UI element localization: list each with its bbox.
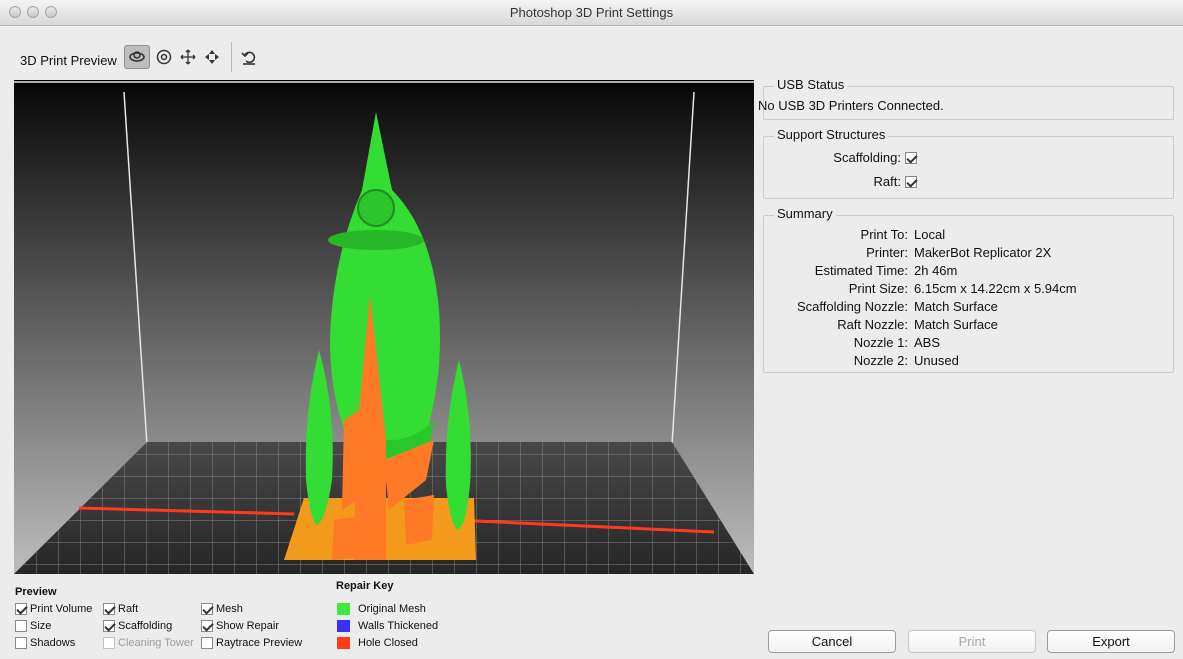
- raft-preview-label: Raft: [118, 603, 139, 615]
- pan-icon: [180, 49, 196, 65]
- slide-icon: [205, 50, 219, 64]
- original-mesh-label: Original Mesh: [358, 603, 426, 615]
- scaffolding-checkbox[interactable]: [905, 152, 917, 164]
- summary-value: 2h 46m: [914, 263, 958, 278]
- toolbar: 3D Print Preview: [0, 26, 1183, 80]
- raft-preview-checkbox[interactable]: [103, 603, 115, 615]
- roll-icon: [156, 49, 172, 65]
- print-volume-option[interactable]: Print Volume: [15, 603, 92, 615]
- preview-section-title: Preview: [15, 586, 57, 598]
- support-structures-group: Support Structures Scaffolding: Raft:: [763, 127, 1174, 199]
- summary-value: Local: [914, 227, 946, 242]
- raytrace-preview-label: Raytrace Preview: [216, 637, 303, 649]
- summary-row: Print To: Local: [764, 227, 1175, 245]
- cancel-button[interactable]: Cancel: [768, 630, 896, 653]
- summary-row: Estimated Time: 2h 46m: [764, 263, 1175, 281]
- summary-row: Raft Nozzle: Match Surface: [764, 317, 1175, 335]
- cleaning-tower-label: Cleaning Tower: [118, 637, 194, 649]
- title-bar: Photoshop 3D Print Settings: [0, 0, 1183, 26]
- summary-row: Nozzle 2: Unused: [764, 353, 1175, 371]
- summary-label: Scaffolding Nozzle:: [796, 299, 908, 314]
- mesh-checkbox[interactable]: [201, 603, 213, 615]
- size-label: Size: [30, 620, 52, 632]
- summary-label: Print To:: [860, 227, 908, 242]
- summary-row: Print Size: 6.15cm x 14.22cm x 5.94cm: [764, 281, 1175, 299]
- 3d-preview-viewport[interactable]: [14, 80, 754, 574]
- support-structures-title: Support Structures: [774, 127, 889, 142]
- print-volume-checkbox[interactable]: [15, 603, 27, 615]
- summary-row: Scaffolding Nozzle: Match Surface: [764, 299, 1175, 317]
- mesh-label: Mesh: [216, 603, 243, 615]
- raft-preview-option[interactable]: Raft: [103, 603, 138, 615]
- summary-title: Summary: [774, 206, 836, 221]
- reset-view-icon: [241, 51, 256, 65]
- summary-label: Printer:: [866, 245, 908, 260]
- summary-row: Printer: MakerBot Replicator 2X: [764, 245, 1175, 263]
- scaffolding-label: Scaffolding:: [833, 150, 901, 165]
- usb-status-title: USB Status: [774, 77, 848, 92]
- show-repair-label: Show Repair: [216, 620, 279, 632]
- cleaning-tower-option: Cleaning Tower: [103, 637, 194, 649]
- size-option[interactable]: Size: [15, 620, 51, 632]
- summary-label: Estimated Time:: [814, 263, 908, 278]
- print-button[interactable]: Print: [908, 630, 1036, 653]
- orbit-tool-button[interactable]: [124, 45, 150, 69]
- reset-view-button[interactable]: [236, 45, 262, 69]
- walls-thickened-label: Walls Thickened: [358, 620, 439, 632]
- usb-status-text: No USB 3D Printers Connected.: [758, 98, 944, 113]
- summary-label: Nozzle 1:: [853, 335, 908, 350]
- summary-value: ABS: [914, 335, 941, 350]
- orbit-icon: [129, 51, 145, 62]
- cleaning-tower-checkbox: [103, 637, 115, 649]
- walls-thickened-swatch: [337, 620, 350, 632]
- hole-closed-swatch: [337, 637, 350, 649]
- toolbar-separator: [231, 42, 232, 72]
- mesh-option[interactable]: Mesh: [201, 603, 243, 615]
- summary-label: Nozzle 2:: [853, 353, 908, 368]
- raytrace-preview-option[interactable]: Raytrace Preview: [201, 637, 302, 649]
- summary-value: Match Surface: [914, 317, 998, 332]
- raft-checkbox[interactable]: [905, 176, 917, 188]
- repair-key-title: Repair Key: [336, 580, 394, 592]
- usb-status-group: USB Status No USB 3D Printers Connected.: [758, 77, 1174, 120]
- print-volume-label: Print Volume: [30, 603, 93, 615]
- preview-label: 3D Print Preview: [20, 53, 117, 68]
- summary-group: Summary Print To: Local Printer: MakerBo…: [763, 206, 1175, 373]
- summary-row: Nozzle 1: ABS: [764, 335, 1175, 353]
- size-checkbox[interactable]: [15, 620, 27, 632]
- summary-label: Print Size:: [848, 281, 908, 296]
- summary-value: Match Surface: [914, 299, 998, 314]
- summary-value: MakerBot Replicator 2X: [914, 245, 1052, 260]
- hole-closed-label: Hole Closed: [358, 637, 418, 649]
- shadows-checkbox[interactable]: [15, 637, 27, 649]
- roll-tool-button[interactable]: [151, 45, 177, 69]
- pan-tool-button[interactable]: [175, 45, 201, 69]
- raft-label: Raft:: [873, 174, 901, 189]
- shadows-option[interactable]: Shadows: [15, 637, 75, 649]
- export-button[interactable]: Export: [1047, 630, 1175, 653]
- scaffolding-preview-checkbox[interactable]: [103, 620, 115, 632]
- summary-value: Unused: [914, 353, 959, 368]
- scaffolding-preview-label: Scaffolding: [118, 620, 173, 632]
- original-mesh-swatch: [337, 603, 350, 615]
- scaffolding-preview-option[interactable]: Scaffolding: [103, 620, 172, 632]
- summary-label: Raft Nozzle:: [837, 317, 908, 332]
- summary-value: 6.15cm x 14.22cm x 5.94cm: [914, 281, 1077, 296]
- slide-tool-button[interactable]: [199, 45, 225, 69]
- 3d-scene: [14, 81, 754, 574]
- window-title: Photoshop 3D Print Settings: [509, 5, 674, 20]
- show-repair-checkbox[interactable]: [201, 620, 213, 632]
- show-repair-option[interactable]: Show Repair: [201, 620, 279, 632]
- raytrace-preview-checkbox[interactable]: [201, 637, 213, 649]
- shadows-label: Shadows: [30, 637, 76, 649]
